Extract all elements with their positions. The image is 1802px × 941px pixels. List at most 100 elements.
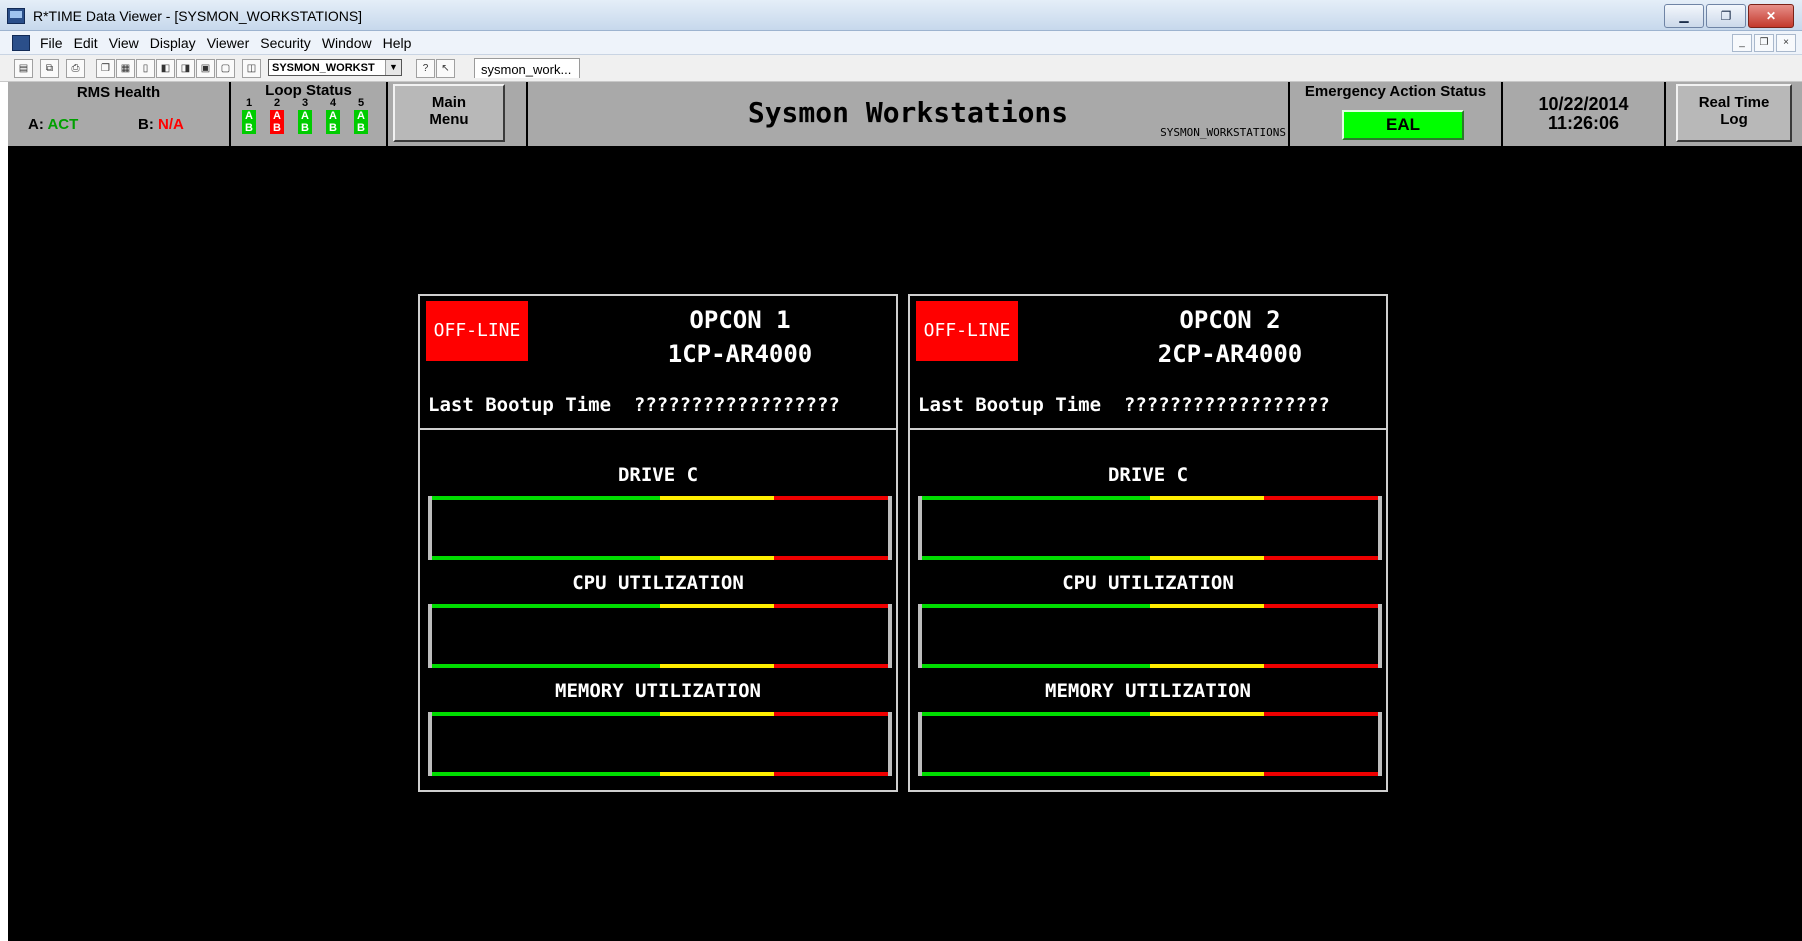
current-date: 10/22/2014 [1538, 94, 1629, 114]
main-menu-button[interactable]: Main Menu [393, 84, 505, 142]
rms-health-title: RMS Health [76, 84, 161, 101]
rms-a-value: ACT [47, 116, 79, 133]
datetime-panel: 10/22/2014 11:26:06 [1503, 82, 1666, 146]
mdi-restore-button[interactable]: ❐ [1754, 34, 1774, 52]
page-next-icon[interactable]: ◨ [176, 59, 195, 78]
loop-number: 3 [301, 97, 309, 109]
loop-b-status: B [326, 122, 340, 134]
workstation-card-opcon1: OFF-LINE OPCON 1 1CP-AR4000 Last Bootup … [418, 294, 898, 792]
workstation-name: OPCON 2 [1179, 306, 1281, 334]
restore-button[interactable]: ❐ [1706, 4, 1746, 28]
loop-b-status: B [298, 122, 312, 134]
loop-a-status: A [298, 110, 312, 122]
menu-file[interactable]: File [40, 35, 63, 51]
cpu-utilization-meter [428, 604, 892, 668]
menu-help[interactable]: Help [383, 35, 412, 51]
real-time-log-button[interactable]: Real Time Log [1676, 84, 1792, 142]
menu-security[interactable]: Security [260, 35, 311, 51]
memory-utilization-meter [918, 712, 1382, 776]
real-time-log-line2: Log [1720, 111, 1748, 128]
tile-icon[interactable]: ▦ [116, 59, 135, 78]
last-bootup-value: ?????????????????? [1123, 394, 1330, 416]
main-menu-line1: Main [431, 94, 467, 111]
last-bootup-value: ?????????????????? [633, 394, 840, 416]
menu-viewer[interactable]: Viewer [207, 35, 250, 51]
copy-icon[interactable]: ⧉ [40, 59, 59, 78]
status-header: RMS Health A: ACT B: N/A Loop Status 1 A… [8, 82, 1802, 146]
loop-status-panel: Loop Status 1 A B 2 A B 3 A B 4 A B 5 A … [231, 82, 388, 146]
emergency-title: Emergency Action Status [1304, 83, 1487, 100]
workstation-info: OFF-LINE OPCON 2 2CP-AR4000 Last Bootup … [910, 296, 1386, 430]
loop-number: 5 [357, 97, 365, 109]
mdi-minimize-button[interactable]: _ [1732, 34, 1752, 52]
current-time: 11:26:06 [1547, 113, 1620, 133]
drive-c-meter [428, 496, 892, 560]
chevron-down-icon[interactable]: ▼ [385, 60, 401, 75]
display-select-value: SYSMON_WORKST [272, 62, 375, 74]
display-area: RMS Health A: ACT B: N/A Loop Status 1 A… [8, 82, 1802, 941]
cascade-icon[interactable]: ❐ [96, 59, 115, 78]
last-bootup-label: Last Bootup Time [918, 394, 1102, 416]
workstation-info: OFF-LINE OPCON 1 1CP-AR4000 Last Bootup … [420, 296, 896, 430]
open-icon[interactable]: ▤ [14, 59, 33, 78]
loop-number: 1 [245, 97, 253, 109]
loop-indicator[interactable]: 5 A B [350, 98, 372, 134]
cpu-utilization-label: CPU UTILIZATION [572, 572, 744, 594]
page-icon[interactable]: ▯ [136, 59, 155, 78]
workstation-name: OPCON 1 [689, 306, 791, 334]
page-back-icon[interactable]: ◧ [156, 59, 175, 78]
menu-edit[interactable]: Edit [74, 35, 98, 51]
loop-indicator[interactable]: 2 A B [266, 98, 288, 134]
workstation-host: 2CP-AR4000 [1157, 340, 1303, 368]
last-bootup-row: Last Bootup Time ?????????????????? [428, 394, 840, 416]
menu-display[interactable]: Display [150, 35, 196, 51]
workstation-card-opcon2: OFF-LINE OPCON 2 2CP-AR4000 Last Bootup … [908, 294, 1388, 792]
tab-sysmon[interactable]: sysmon_work... [474, 58, 580, 78]
rms-a-label: A: [28, 116, 44, 133]
loop-indicator[interactable]: 4 A B [322, 98, 344, 134]
title-panel: Sysmon Workstations SYSMON_WORKSTATIONS [528, 82, 1290, 146]
help-icon[interactable]: ? [416, 59, 435, 78]
offline-status-badge[interactable]: OFF-LINE [916, 301, 1018, 361]
refresh-icon[interactable]: ◫ [242, 59, 261, 78]
memory-utilization-label: MEMORY UTILIZATION [1045, 680, 1251, 702]
cpu-utilization-label: CPU UTILIZATION [1062, 572, 1234, 594]
realtime-log-panel: Real Time Log [1666, 82, 1802, 146]
eal-status-badge[interactable]: EAL [1342, 110, 1464, 140]
window-title: R*TIME Data Viewer - [SYSMON_WORKSTATION… [33, 8, 363, 24]
menu-window[interactable]: Window [322, 35, 372, 51]
window-title-bar: R*TIME Data Viewer - [SYSMON_WORKSTATION… [0, 0, 1802, 31]
last-bootup-label: Last Bootup Time [428, 394, 612, 416]
print-icon[interactable]: ⎙ [66, 59, 85, 78]
drive-c-meter [918, 496, 1382, 560]
loop-indicator[interactable]: 3 A B [294, 98, 316, 134]
context-help-icon[interactable]: ↖ [436, 59, 455, 78]
memory-utilization-meter [428, 712, 892, 776]
display-select[interactable]: SYSMON_WORKST ▼ [268, 59, 402, 76]
workstation-host: 1CP-AR4000 [667, 340, 813, 368]
loop-indicator[interactable]: 1 A B [238, 98, 260, 134]
rms-b-label: B: [138, 116, 154, 133]
offline-status-badge[interactable]: OFF-LINE [426, 301, 528, 361]
menu-view[interactable]: View [109, 35, 139, 51]
drive-c-label: DRIVE C [617, 464, 699, 486]
loop-a-status: A [354, 110, 368, 122]
mdi-close-button[interactable]: × [1776, 34, 1796, 52]
minimize-button[interactable]: ▁ [1664, 4, 1704, 28]
page-last-icon[interactable]: ▢ [216, 59, 235, 78]
drive-c-label: DRIVE C [1107, 464, 1189, 486]
cpu-utilization-meter [918, 604, 1382, 668]
toolbar: ▤ ⧉ ⎙ ❐ ▦ ▯ ◧ ◨ ▣ ▢ ◫ SYSMON_WORKST ▼ ? … [0, 55, 1802, 82]
menu-bar: File Edit View Display Viewer Security W… [0, 31, 1802, 55]
loop-number: 2 [273, 97, 281, 109]
memory-utilization-label: MEMORY UTILIZATION [555, 680, 761, 702]
page-forward-icon[interactable]: ▣ [196, 59, 215, 78]
document-icon[interactable] [12, 35, 30, 51]
rms-b-value: N/A [158, 116, 184, 133]
close-button[interactable]: ✕ [1748, 4, 1794, 28]
main-menu-panel: Main Menu [388, 82, 528, 146]
loop-a-status: A [270, 110, 284, 122]
loop-a-status: A [326, 110, 340, 122]
loop-number: 4 [329, 97, 337, 109]
last-bootup-row: Last Bootup Time ?????????????????? [918, 394, 1330, 416]
